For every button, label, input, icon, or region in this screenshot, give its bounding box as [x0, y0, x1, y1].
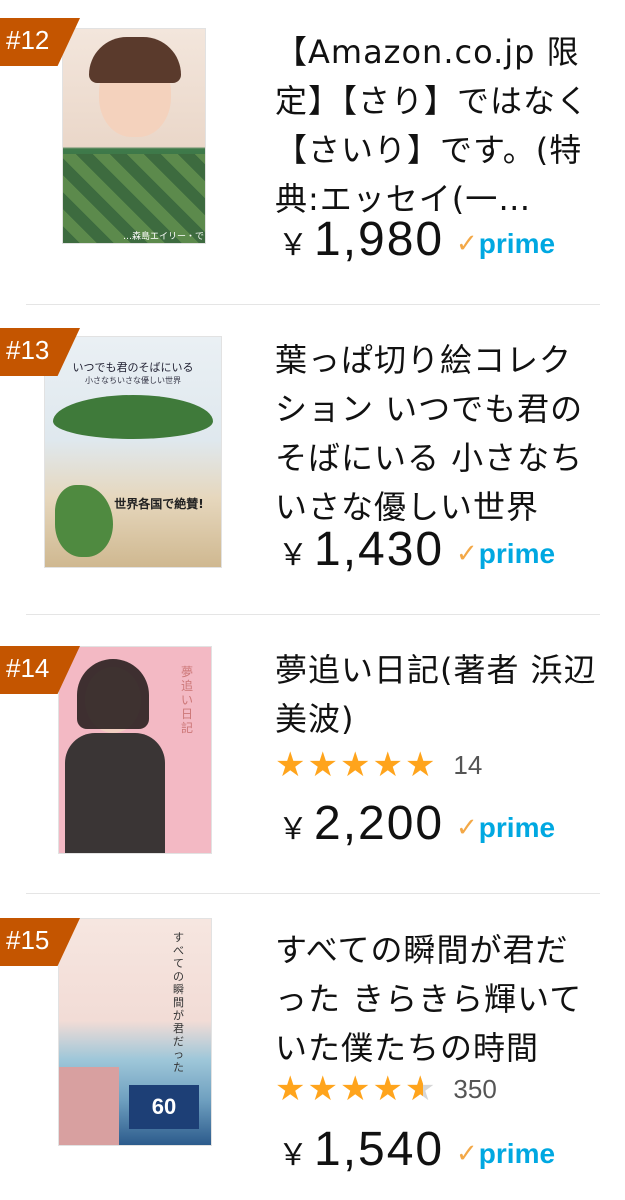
cover-caption: …森島エイリー・です。 [123, 232, 205, 242]
star-icon: ★ [275, 1069, 306, 1109]
currency-symbol: ￥ [278, 1138, 308, 1173]
prime-label: prime [478, 1138, 556, 1169]
currency-symbol: ￥ [278, 538, 308, 573]
prime-check-icon: ✓ [456, 1139, 478, 1169]
price: ￥ 1,980 [278, 212, 444, 267]
star-icon: ★ [404, 745, 436, 785]
prime-badge: ✓ prime [456, 228, 555, 260]
product-title[interactable]: 葉っぱ切り絵コレクション いつでも君のそばにいる 小さなちいさな優しい世界 [275, 336, 600, 532]
cover-subtitle: 小さなちいさな優しい世界 [85, 376, 181, 385]
divider [26, 304, 600, 305]
prime-label: prime [478, 812, 556, 843]
price: ￥ 2,200 [278, 796, 444, 851]
price: ￥ 1,540 [278, 1122, 444, 1177]
price-amount: 1,980 [314, 213, 445, 266]
book-cover-image[interactable]: …森島エイリー・です。 [62, 28, 206, 244]
book-cover-image[interactable]: すべての瞬間が君だった 60 [58, 918, 212, 1146]
star-rating[interactable]: ★ ★ ★ ★ ★ 14 [275, 748, 482, 782]
product-item-12[interactable]: …森島エイリー・です。 #12 【Amazon.co.jp 限定】【さり】ではな… [0, 0, 625, 300]
rank-label: #14 [6, 653, 50, 683]
star-icon: ★ [372, 745, 403, 785]
star-rating[interactable]: ★ ★ ★ ★ ★ ★ 350 [275, 1072, 497, 1106]
product-title[interactable]: 夢追い日記(著者 浜辺美波) [275, 646, 600, 744]
divider [26, 614, 600, 615]
price-amount: 1,540 [314, 1123, 445, 1176]
star-icon: ★ [307, 1069, 338, 1109]
rank-label: #12 [6, 25, 50, 55]
cover-title: すべての瞬間が君だった [173, 931, 184, 1074]
star-icon: ★ [372, 1069, 403, 1109]
half-star-icon: ★ ★ [404, 1069, 436, 1109]
cover-badge: 60 [129, 1085, 199, 1129]
prime-check-icon: ✓ [456, 229, 478, 259]
prime-badge: ✓ prime [456, 1138, 555, 1170]
product-item-13[interactable]: いつでも君のそばにいる 小さなちいさな優しい世界 世界各国で絶賛! #13 葉っ… [0, 320, 625, 610]
price-amount: 1,430 [314, 523, 445, 576]
cover-title: いつでも君のそばにいる [72, 361, 194, 374]
review-count[interactable]: 14 [453, 750, 482, 781]
prime-badge: ✓ prime [456, 538, 555, 570]
prime-label: prime [478, 538, 556, 569]
product-title[interactable]: 【Amazon.co.jp 限定】【さり】ではなく【さいり】です。(特典:エッセ… [275, 28, 600, 224]
star-icon: ★ [339, 745, 371, 785]
product-item-15[interactable]: すべての瞬間が君だった 60 #15 すべての瞬間が君だった きらきら輝いていた… [0, 910, 625, 1200]
review-count[interactable]: 350 [453, 1074, 496, 1105]
divider [26, 893, 600, 894]
star-icon: ★ [339, 1069, 371, 1109]
prime-check-icon: ✓ [456, 813, 478, 843]
cover-title: 夢追い日記 [181, 665, 194, 735]
prime-check-icon: ✓ [456, 539, 478, 569]
prime-badge: ✓ prime [456, 812, 555, 844]
currency-symbol: ￥ [278, 812, 308, 847]
star-icon: ★ [275, 745, 306, 785]
book-cover-image[interactable]: 夢追い日記 [58, 646, 212, 854]
book-cover-image[interactable]: いつでも君のそばにいる 小さなちいさな優しい世界 世界各国で絶賛! [44, 336, 222, 568]
price-amount: 2,200 [314, 797, 445, 850]
cover-banner: 世界各国で絶賛! [114, 497, 204, 511]
rank-label: #15 [6, 925, 50, 955]
star-icon: ★ [307, 745, 338, 785]
prime-label: prime [478, 228, 556, 259]
currency-symbol: ￥ [278, 228, 308, 263]
product-item-14[interactable]: 夢追い日記 #14 夢追い日記(著者 浜辺美波) ★ ★ ★ ★ ★ 14 ￥ … [0, 630, 625, 890]
price: ￥ 1,430 [278, 522, 444, 577]
rank-label: #13 [6, 335, 50, 365]
product-title[interactable]: すべての瞬間が君だった きらきら輝いていた僕たちの時間 [275, 926, 600, 1073]
